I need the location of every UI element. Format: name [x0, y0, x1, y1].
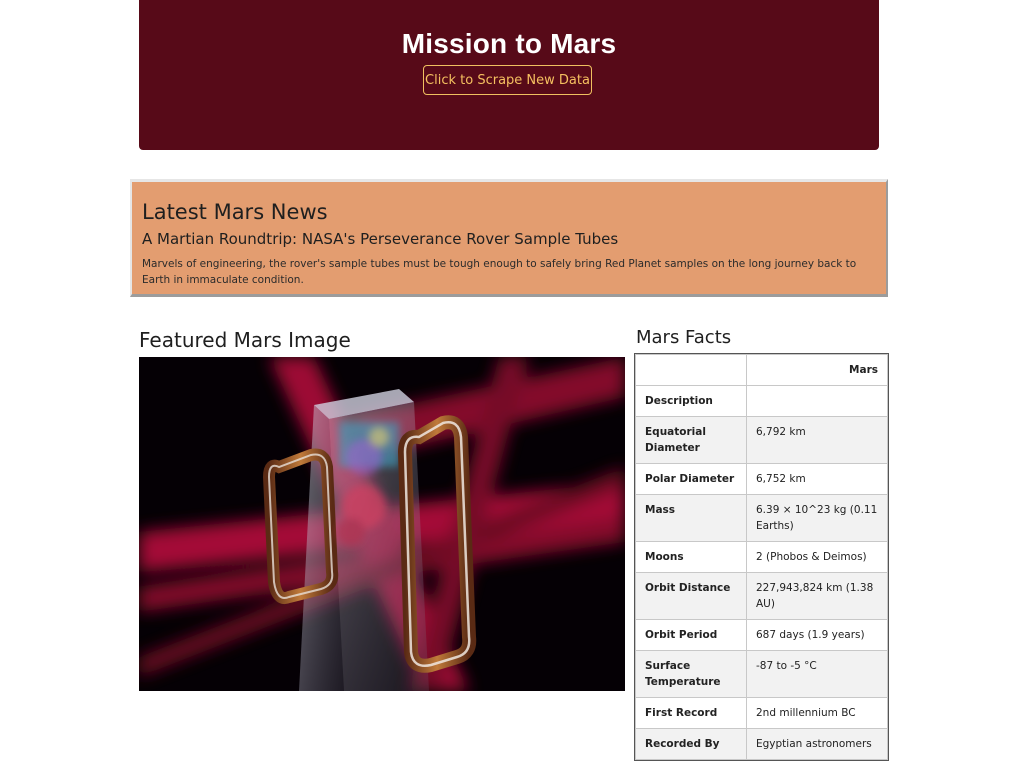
- fact-value: [746, 385, 888, 417]
- fact-label: First Record: [635, 697, 747, 729]
- fact-label: Orbit Period: [635, 619, 747, 651]
- fact-value: 687 days (1.9 years): [746, 619, 888, 651]
- fact-label: Surface Temperature: [635, 650, 747, 698]
- featured-image-art: [139, 357, 625, 691]
- fact-value: 227,943,824 km (1.38 AU): [746, 572, 888, 620]
- news-headline: A Martian Roundtrip: NASA's Perseverance…: [142, 230, 619, 248]
- table-row: First Record 2nd millennium BC: [635, 697, 888, 729]
- fact-label: Equatorial Diameter: [635, 416, 747, 464]
- fact-value: 6.39 × 10^23 kg (0.11 Earths): [746, 494, 888, 542]
- table-row: Recorded By Egyptian astronomers: [635, 728, 888, 760]
- fact-label: Recorded By: [635, 728, 747, 760]
- fact-label: Moons: [635, 541, 747, 573]
- scrape-new-data-button[interactable]: Click to Scrape New Data: [423, 65, 592, 95]
- fact-value: 6,752 km: [746, 463, 888, 495]
- fact-value: 2nd millennium BC: [746, 697, 888, 729]
- table-row: Polar Diameter 6,752 km: [635, 463, 888, 495]
- fact-value: 2 (Phobos & Deimos): [746, 541, 888, 573]
- fact-label: Orbit Distance: [635, 572, 747, 620]
- header-jumbotron: Mission to Mars Click to Scrape New Data: [139, 0, 879, 150]
- table-header-cell: [635, 354, 747, 386]
- table-row: Moons 2 (Phobos & Deimos): [635, 541, 888, 573]
- table-row: Description: [635, 385, 888, 417]
- latest-news-panel: Latest Mars News A Martian Roundtrip: NA…: [130, 179, 888, 297]
- page-title: Mission to Mars: [401, 28, 617, 59]
- fact-value: 6,792 km: [746, 416, 888, 464]
- featured-mars-image[interactable]: [139, 357, 625, 691]
- table-header-cell: Mars: [746, 354, 888, 386]
- featured-image-title: Featured Mars Image: [139, 328, 351, 352]
- mars-facts-title: Mars Facts: [636, 327, 732, 348]
- table-row: Orbit Period 687 days (1.9 years): [635, 619, 888, 651]
- fact-label: Polar Diameter: [635, 463, 747, 495]
- fact-value: Egyptian astronomers: [746, 728, 888, 760]
- table-row: Equatorial Diameter 6,792 km: [635, 416, 888, 464]
- fact-value: -87 to -5 °C: [746, 650, 888, 698]
- table-row: Surface Temperature -87 to -5 °C: [635, 650, 888, 698]
- fact-label: Mass: [635, 494, 747, 542]
- news-teaser: Marvels of engineering, the rover's samp…: [142, 258, 857, 286]
- fact-label: Description: [635, 385, 747, 417]
- news-section-title: Latest Mars News: [142, 200, 328, 224]
- table-row: Orbit Distance 227,943,824 km (1.38 AU): [635, 572, 888, 620]
- mars-facts-table: Mars Description Equatorial Diameter 6,7…: [634, 353, 889, 761]
- table-header-row: Mars: [635, 354, 888, 386]
- table-row: Mass 6.39 × 10^23 kg (0.11 Earths): [635, 494, 888, 542]
